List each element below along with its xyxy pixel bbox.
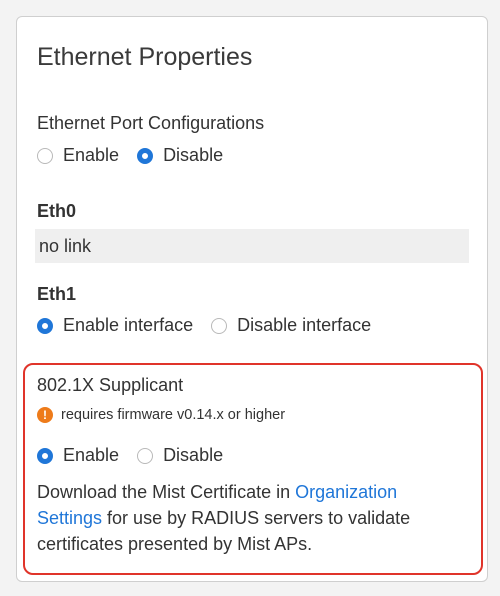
port-config-radio-group: Enable Disable	[37, 145, 241, 166]
ethernet-properties-card: Ethernet Properties Ethernet Port Config…	[16, 16, 488, 582]
port-config-enable-radio[interactable]	[37, 147, 53, 164]
eth1-enable-option[interactable]: Enable interface	[37, 315, 193, 336]
supplicant-enable-radio[interactable]	[37, 447, 53, 464]
panel-title: Ethernet Properties	[37, 43, 253, 71]
port-config-disable-option[interactable]: Disable	[137, 145, 223, 166]
eth1-label: Eth1	[37, 284, 77, 304]
eth0-status-field: no link	[35, 229, 469, 263]
eth1-enable-label: Enable interface	[63, 315, 194, 335]
port-config-disable-label: Disable	[163, 145, 224, 165]
firmware-warning: ! requires firmware v0.14.x or higher	[37, 407, 285, 423]
eth1-radio-group: Enable interface Disable interface	[37, 315, 389, 336]
port-config-disable-radio[interactable]	[137, 147, 154, 164]
supplicant-label: 802.1X Supplicant	[37, 375, 184, 395]
supplicant-enable-label: Enable	[63, 445, 120, 465]
eth0-label: Eth0	[37, 201, 77, 221]
supplicant-disable-radio[interactable]	[137, 447, 154, 464]
port-config-label: Ethernet Port Configurations	[37, 113, 265, 133]
eth1-enable-radio[interactable]	[37, 317, 53, 334]
supplicant-description: Download the Mist Certificate in Organiz…	[37, 479, 457, 557]
description-text-start: Download the Mist Certificate in	[37, 482, 296, 502]
firmware-warning-text: requires firmware v0.14.x or higher	[61, 407, 286, 423]
supplicant-disable-option[interactable]: Disable	[137, 445, 223, 466]
eth1-disable-radio[interactable]	[211, 317, 228, 334]
port-config-enable-label: Enable	[63, 145, 120, 165]
eth1-disable-option[interactable]: Disable interface	[211, 315, 371, 336]
supplicant-enable-option[interactable]: Enable	[37, 445, 119, 466]
supplicant-radio-group: Enable Disable	[37, 445, 241, 466]
eth1-disable-label: Disable interface	[237, 315, 372, 335]
port-config-enable-option[interactable]: Enable	[37, 145, 119, 166]
warning-icon: !	[37, 407, 53, 423]
supplicant-disable-label: Disable	[163, 445, 224, 465]
